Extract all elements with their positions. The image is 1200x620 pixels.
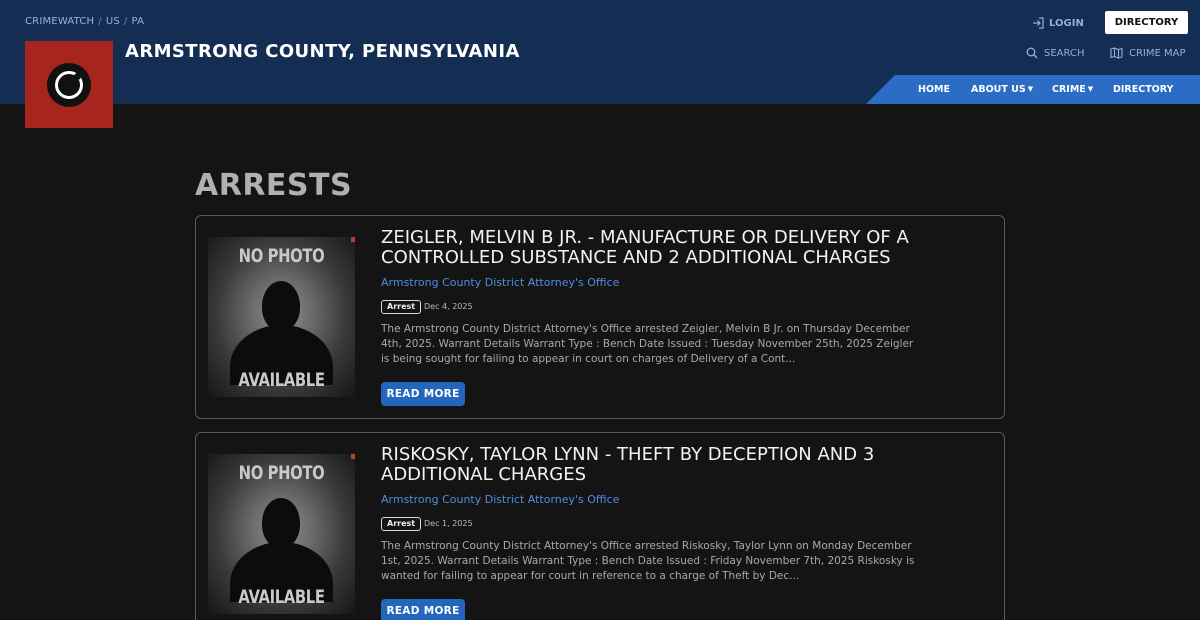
arrest-excerpt: The Armstrong County District Attorney's… xyxy=(381,540,915,582)
nav-directory[interactable]: DIRECTORY xyxy=(1113,84,1173,95)
photo-caption-top: NO PHOTO xyxy=(238,462,325,484)
nav-about-us-label: ABOUT US xyxy=(971,84,1026,95)
post-date: Dec 4, 2025 xyxy=(424,302,473,311)
arrest-card: NO PHOTO AVAILABLE ZEIGLER, MELVIN B JR.… xyxy=(195,215,1005,419)
photo-caption-bottom: AVAILABLE xyxy=(238,586,325,608)
arrest-card: NO PHOTO AVAILABLE RISKOSKY, TAYLOR LYNN… xyxy=(195,432,1005,620)
search-link[interactable]: SEARCH xyxy=(1026,47,1084,59)
login-link[interactable]: LOGIN xyxy=(1032,15,1084,31)
county-logo[interactable] xyxy=(25,41,113,128)
read-more-button[interactable]: READ MORE xyxy=(381,599,465,620)
type-badge: Arrest xyxy=(381,517,422,531)
nav-crime-label: CRIME xyxy=(1052,84,1086,95)
type-badge: Arrest xyxy=(381,300,422,314)
breadcrumb-crimewatch[interactable]: CRIMEWATCH xyxy=(25,16,94,27)
caret-down-icon: ▼ xyxy=(1087,85,1094,93)
photo-caption-top: NO PHOTO xyxy=(238,245,325,267)
no-photo-image[interactable]: NO PHOTO AVAILABLE xyxy=(208,454,355,614)
read-more-button[interactable]: READ MORE xyxy=(381,382,465,406)
site-header: CRIMEWATCH / US / PA ARMSTRONG COUNTY, PENNS… xyxy=(0,0,1200,104)
search-label: SEARCH xyxy=(1044,47,1085,59)
silhouette-head xyxy=(262,281,300,331)
agency-link[interactable]: Armstrong County District Attorney's Off… xyxy=(381,276,619,289)
nav-crime[interactable]: CRIME ▼ xyxy=(1052,84,1093,95)
crime-map-link[interactable]: CRIME MAP xyxy=(1110,47,1186,59)
breadcrumb: CRIMEWATCH / US / PA xyxy=(25,16,145,27)
caret-down-icon: ▼ xyxy=(1027,85,1034,93)
arrest-title[interactable]: RISKOSKY, TAYLOR LYNN - THEFT BY DECEPTI… xyxy=(381,445,981,485)
no-photo-image[interactable]: NO PHOTO AVAILABLE xyxy=(208,237,355,397)
silhouette-head xyxy=(262,498,300,548)
page-title: ARRESTS xyxy=(195,168,353,203)
agency-link[interactable]: Armstrong County District Attorney's Off… xyxy=(381,493,619,506)
main-nav: HOME ABOUT US ▼ CRIME ▼ DIRECTORY xyxy=(866,75,1200,104)
breadcrumb-us[interactable]: US xyxy=(106,16,120,27)
arrest-title[interactable]: ZEIGLER, MELVIN B JR. - MANUFACTURE OR D… xyxy=(381,228,981,268)
site-title[interactable]: ARMSTRONG COUNTY, PENNSYLVANIA xyxy=(125,41,520,62)
login-icon xyxy=(1033,17,1044,29)
search-icon xyxy=(1026,47,1038,59)
photo-caption-bottom: AVAILABLE xyxy=(238,369,325,391)
post-date: Dec 1, 2025 xyxy=(424,519,473,528)
nav-home[interactable]: HOME xyxy=(918,84,950,95)
directory-button[interactable]: DIRECTORY xyxy=(1105,11,1188,34)
breadcrumb-pa[interactable]: PA xyxy=(132,16,145,27)
arrest-excerpt: The Armstrong County District Attorney's… xyxy=(381,323,914,365)
login-label: LOGIN xyxy=(1049,17,1084,29)
crime-map-label: CRIME MAP xyxy=(1129,47,1186,59)
map-icon xyxy=(1110,47,1123,59)
nav-about-us[interactable]: ABOUT US ▼ xyxy=(971,84,1033,95)
logo-emblem-icon xyxy=(47,63,91,107)
